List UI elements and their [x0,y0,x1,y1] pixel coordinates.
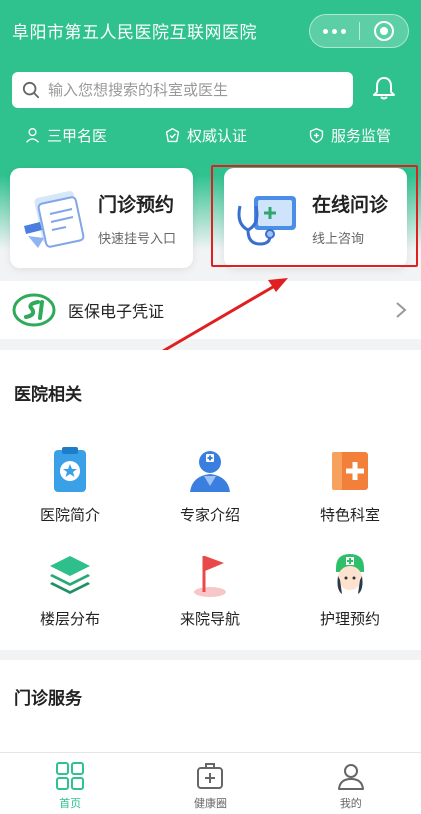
layers-icon [50,556,90,594]
grid-item-label: 来院导航 [179,610,240,628]
badge-label: 权威认证 [187,127,248,145]
grid-item-label: 医院简介 [39,506,100,524]
appointment-illustration-icon [24,191,85,248]
grid-item-label: 专家介绍 [179,506,240,524]
user-icon [337,764,364,790]
target-icon [373,21,394,41]
tab-mine[interactable]: 我的 [281,753,421,814]
chevron-right-icon [396,302,407,318]
doctor-icon [190,451,230,492]
annotation-arrow [157,278,288,356]
mini-program-capsule [309,14,409,48]
card-appointment[interactable]: 门诊预约 快速挂号入口 [10,168,193,268]
badge-famous-doctors: 三甲名医 [24,125,107,146]
section-title: 门诊服务 [14,689,82,709]
search-input[interactable] [48,81,338,99]
grid-home-icon [56,762,85,790]
person-icon [26,128,39,143]
section-title: 医院相关 [14,385,82,405]
close-miniprogram-button[interactable] [360,15,409,47]
outpatient-section: 门诊服务 [0,660,421,752]
tab-label: 我的 [339,797,362,810]
bottom-tab-bar: 首页 健康圈 我的 [0,752,421,814]
badge-supervision: 服务监管 [308,125,391,146]
more-dots-icon [322,28,346,34]
grid-item-featured-dept[interactable]: 特色科室 [280,446,420,525]
highlight-box [211,165,418,267]
tab-health-circle[interactable]: 健康圈 [140,753,280,814]
tab-label: 首页 [59,797,82,810]
clipboard-star-icon [54,447,86,492]
page-title: 阜阳市第五人民医院互联网医院 [12,23,257,43]
bell-icon[interactable] [370,74,398,102]
more-menu-button[interactable] [310,15,359,47]
card-subtitle: 快速挂号入口 [98,232,177,247]
grid-item-navigation[interactable]: 来院导航 [140,550,280,629]
medical-folder-icon [332,452,368,490]
social-insurance-logo-icon [12,293,56,327]
badge-label: 三甲名医 [47,127,108,145]
grid-item-label: 护理预约 [319,610,380,628]
grid-item-nursing[interactable]: 护理预约 [280,550,420,629]
grid-item-hospital-intro[interactable]: 医院简介 [0,446,140,525]
grid-item-label: 楼层分布 [39,610,100,628]
grid-item-label: 特色科室 [319,506,380,524]
grid-item-floor-map[interactable]: 楼层分布 [0,550,140,629]
nurse-icon [336,554,364,594]
medical-kit-icon [197,763,224,789]
search-icon [22,81,40,99]
flag-pin-icon [194,556,226,597]
hospital-section: 医院相关 医院简介 专家介绍 特色科室 楼层分布 来院导航 护理预约 [0,350,421,650]
tab-label: 健康圈 [193,797,227,810]
check-badge-icon [165,128,180,143]
grid-item-experts[interactable]: 专家介绍 [140,446,280,525]
card-title: 门诊预约 [98,194,175,216]
tab-home[interactable]: 首页 [0,753,140,814]
shield-icon [309,128,324,143]
badge-authority: 权威认证 [164,125,247,146]
badge-label: 服务监管 [331,127,392,145]
search-box[interactable] [12,72,353,108]
